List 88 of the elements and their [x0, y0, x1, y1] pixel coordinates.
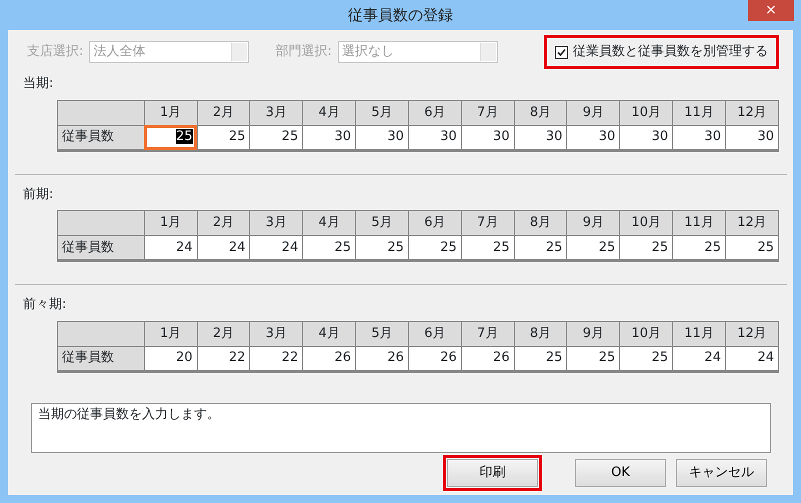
dialog-button[interactable]: OK	[575, 458, 666, 486]
table-cell[interactable]: 22	[197, 346, 250, 371]
row-header: 従事員数	[58, 236, 144, 260]
column-header: 4月	[302, 100, 356, 125]
table-cell[interactable]: 30	[672, 125, 726, 150]
table-cell[interactable]: 30	[566, 125, 620, 150]
table-cell[interactable]: 24	[197, 236, 250, 260]
table-cell[interactable]: 25	[356, 236, 408, 260]
column-header: 3月	[250, 210, 303, 236]
column-header: 1月	[144, 210, 198, 236]
column-header: 9月	[566, 321, 620, 346]
column-header: 12月	[725, 100, 778, 125]
table-cell[interactable]: 30	[725, 125, 778, 150]
table-cell[interactable]: 20	[144, 346, 198, 371]
table-cell[interactable]: 26	[356, 346, 408, 371]
close-button[interactable]: ×	[748, 0, 794, 21]
table-cell[interactable]: 25	[514, 346, 567, 371]
table-cell[interactable]: 25	[514, 236, 567, 260]
table-cell[interactable]: 25	[620, 236, 673, 260]
column-header: 5月	[356, 100, 408, 125]
column-header: 11月	[672, 321, 726, 346]
column-header: 8月	[514, 321, 567, 346]
column-header: 7月	[461, 210, 514, 236]
column-header: 11月	[672, 100, 726, 125]
column-header: 1月	[144, 100, 198, 125]
table-cell[interactable]: 30	[461, 125, 514, 150]
table-cell[interactable]: 25	[197, 125, 250, 150]
table-cell[interactable]: 30	[356, 125, 408, 150]
table-cell[interactable]: 30	[620, 125, 673, 150]
column-header: 7月	[461, 100, 514, 125]
table-cell[interactable]: 26	[461, 346, 514, 371]
column-header: 6月	[408, 210, 462, 236]
table-cell[interactable]: 30	[514, 125, 567, 150]
message-box: 当期の従事員数を入力します。	[31, 402, 771, 452]
dialog-button[interactable]: 印刷	[447, 458, 538, 486]
table-cell[interactable]: 24	[672, 346, 726, 371]
column-header: 2月	[197, 321, 250, 346]
row-header: 従事員数	[58, 346, 144, 371]
dialog-button[interactable]: キャンセル	[676, 458, 767, 486]
table-cell[interactable]: 25	[672, 236, 726, 260]
column-header: 5月	[356, 321, 408, 346]
section-label: 前々期:	[23, 296, 68, 314]
column-header: 1月	[144, 321, 198, 346]
column-header: 9月	[566, 210, 620, 236]
column-header: 2月	[197, 210, 250, 236]
table-cell[interactable]: 25	[461, 236, 514, 260]
table-cell[interactable]: 30	[302, 125, 356, 150]
column-header: 6月	[408, 100, 462, 125]
column-header: 4月	[302, 210, 356, 236]
column-header: 5月	[356, 210, 408, 236]
column-header: 4月	[302, 321, 356, 346]
section-label: 当期:	[23, 75, 54, 93]
column-header: 9月	[566, 100, 620, 125]
table-cell[interactable]: 26	[408, 346, 462, 371]
column-header: 10月	[620, 210, 673, 236]
window-title: 従事員数の登録	[348, 4, 453, 26]
column-header: 3月	[250, 100, 303, 125]
table-cell[interactable]: 30	[408, 125, 462, 150]
table-cell[interactable]: 24	[725, 346, 778, 371]
table-cell[interactable]: 24	[144, 236, 198, 260]
column-header: 3月	[250, 321, 303, 346]
table-cell[interactable]: 22	[250, 346, 303, 371]
row-header: 従事員数	[58, 125, 144, 150]
checkbox-label: 従業員数と従事員数を別管理する	[573, 43, 768, 62]
column-header: 8月	[514, 210, 567, 236]
table-cell[interactable]: 26	[302, 346, 356, 371]
column-header: 10月	[620, 321, 673, 346]
column-header: 11月	[672, 210, 726, 236]
column-header: 12月	[725, 321, 778, 346]
table-cell[interactable]: 25	[620, 346, 673, 371]
table-cell[interactable]: 24	[250, 236, 303, 260]
table-cell[interactable]: 25	[725, 236, 778, 260]
column-header: 8月	[514, 100, 567, 125]
column-header: 12月	[725, 210, 778, 236]
filter-label: 支店選択:	[27, 43, 84, 62]
column-header: 7月	[461, 321, 514, 346]
checkbox[interactable]	[555, 46, 568, 58]
table-cell[interactable]: 25	[250, 125, 303, 150]
table-cell[interactable]: 25	[566, 236, 620, 260]
table-cell[interactable]: 25	[566, 346, 620, 371]
table-cell[interactable]: 25	[408, 236, 462, 260]
column-header: 6月	[408, 321, 462, 346]
section-label: 前期:	[23, 186, 54, 204]
filter-label: 部門選択:	[275, 43, 332, 62]
table-cell[interactable]: 25	[302, 236, 356, 260]
table-cell[interactable]: 25	[144, 125, 198, 150]
column-header: 10月	[620, 100, 673, 125]
column-header: 2月	[197, 100, 250, 125]
